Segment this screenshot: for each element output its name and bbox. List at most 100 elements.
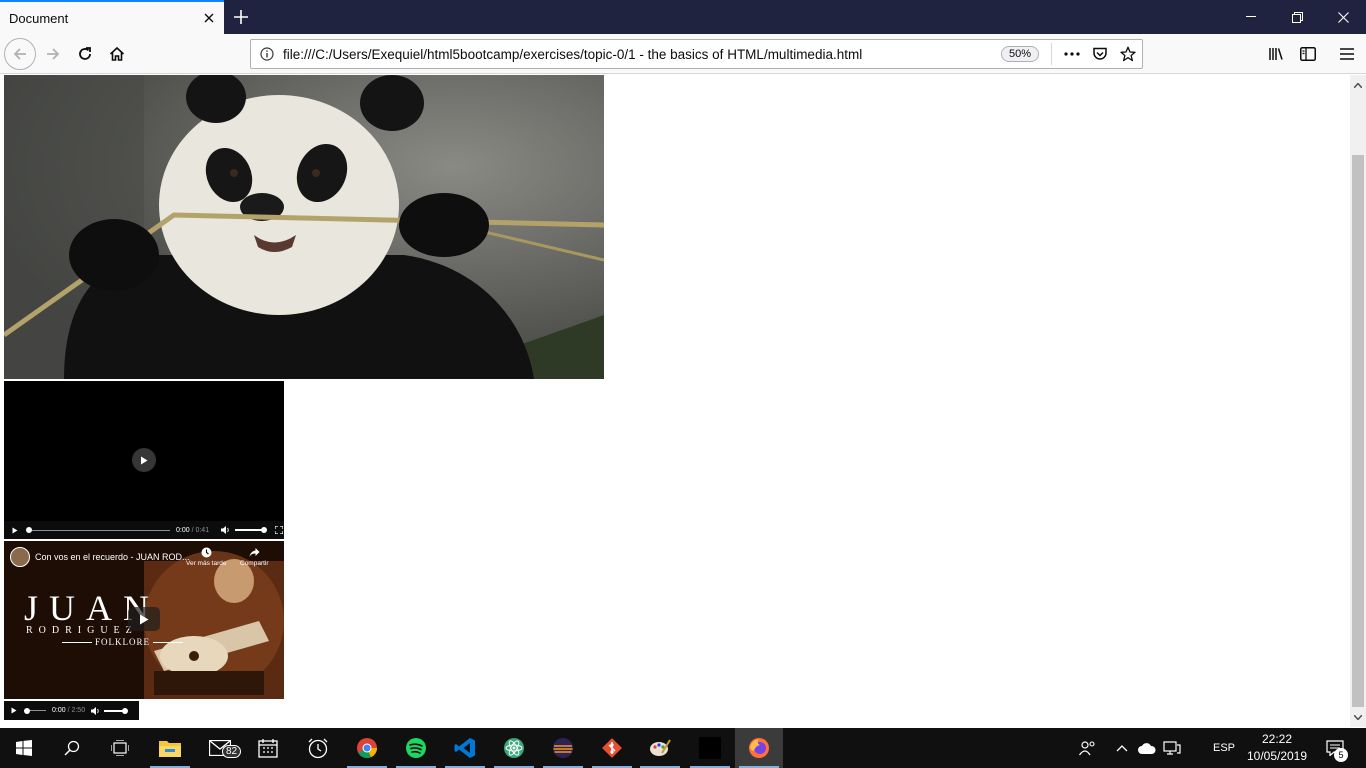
thumbnail-genre-text: FOLKLORE — [62, 637, 183, 647]
youtube-embed[interactable]: Con vos en el recuerdo - JUAN ROD... Ver… — [4, 541, 284, 699]
file-explorer-icon[interactable] — [146, 728, 194, 768]
menu-button[interactable] — [1331, 38, 1363, 70]
fullscreen-icon[interactable] — [275, 526, 284, 534]
clock-date: 10/05/2019 — [1246, 749, 1308, 763]
close-tab-icon[interactable] — [194, 3, 224, 33]
audio-player[interactable]: 0:00 / 2:50 — [4, 701, 139, 720]
action-center-button[interactable]: 5 — [1320, 728, 1350, 768]
back-button[interactable] — [4, 38, 36, 70]
back-arrow-icon — [13, 48, 26, 60]
search-button[interactable] — [48, 728, 96, 768]
windows-taskbar: 82 ESP 22:22 10/05/2019 5 — [0, 728, 1366, 768]
reload-button[interactable] — [69, 38, 101, 70]
close-window-icon[interactable] — [1320, 0, 1366, 34]
url-separator — [1051, 43, 1052, 65]
reload-icon — [79, 47, 91, 60]
video-current-time: 0:00 — [176, 526, 190, 534]
people-icon[interactable] — [1074, 728, 1100, 768]
onedrive-icon[interactable] — [1136, 728, 1158, 768]
atom-icon[interactable] — [490, 728, 538, 768]
library-icon — [1269, 48, 1283, 60]
video-duration: 0:41 — [195, 526, 210, 534]
notification-count-badge: 5 — [1334, 748, 1348, 762]
network-icon[interactable] — [1160, 728, 1184, 768]
audio-seek-bar[interactable] — [24, 707, 46, 715]
mail-icon[interactable]: 82 — [196, 728, 244, 768]
vertical-scrollbar[interactable] — [1350, 75, 1366, 727]
tab-title: Document — [9, 10, 69, 26]
video-time: 0:00 / 0:41 — [176, 526, 210, 534]
tab-document[interactable]: Document — [0, 0, 224, 34]
task-view-icon — [111, 740, 129, 756]
audio-volume-icon[interactable] — [91, 706, 100, 715]
git-icon[interactable] — [588, 728, 636, 768]
firefox-icon[interactable] — [735, 728, 783, 768]
share-label: Compartir — [240, 560, 269, 567]
paint-icon[interactable] — [636, 728, 684, 768]
video-seek-bar[interactable] — [26, 526, 170, 534]
chrome-icon[interactable] — [343, 728, 391, 768]
hamburger-menu-icon — [1340, 48, 1354, 60]
sidebar-icon — [1300, 47, 1316, 61]
zoom-level-badge[interactable]: 50% — [1000, 46, 1039, 62]
audio-time: 0:00 / 2:50 — [52, 707, 86, 714]
calendar-icon[interactable] — [244, 728, 292, 768]
home-button[interactable] — [101, 38, 133, 70]
pocket-icon[interactable] — [1086, 40, 1114, 68]
channel-avatar[interactable] — [10, 547, 30, 567]
thumbnail-subtitle-text: RODRIGUEZ — [26, 625, 138, 636]
scrollbar-thumb[interactable] — [1352, 155, 1364, 707]
video-big-play-icon[interactable] — [132, 448, 156, 472]
minimize-icon[interactable] — [1228, 0, 1274, 34]
home-icon — [109, 46, 125, 61]
eclipse-icon[interactable] — [539, 728, 587, 768]
forward-arrow-icon — [47, 48, 60, 60]
audio-duration: 2:50 — [71, 707, 86, 714]
task-view-button[interactable] — [96, 728, 144, 768]
youtube-title[interactable]: Con vos en el recuerdo - JUAN ROD... — [35, 552, 190, 562]
input-language[interactable]: ESP — [1206, 728, 1242, 768]
watch-later-label: Ver más tarde — [186, 560, 227, 567]
video-player[interactable]: 0:00 / 0:41 — [4, 381, 284, 539]
scroll-up-icon[interactable] — [1350, 77, 1366, 93]
audio-volume-slider[interactable] — [104, 707, 129, 715]
sidebar-button[interactable] — [1292, 38, 1324, 70]
site-info-icon[interactable] — [251, 40, 283, 68]
video-volume-icon[interactable] — [221, 526, 230, 534]
watch-later-button[interactable]: Ver más tarde — [186, 547, 226, 567]
forward-button[interactable] — [37, 38, 69, 70]
share-button[interactable]: Compartir — [240, 547, 269, 567]
video-play-icon[interactable] — [4, 527, 26, 534]
page-actions-icon[interactable] — [1058, 40, 1086, 68]
video-controls: 0:00 / 0:41 — [4, 521, 284, 539]
address-bar[interactable]: file:///C:/Users/Exequiel/html5bootcamp/… — [250, 39, 1143, 69]
navigation-toolbar: file:///C:/Users/Exequiel/html5bootcamp/… — [0, 34, 1366, 74]
terminal-icon[interactable] — [686, 728, 734, 768]
scroll-down-icon[interactable] — [1350, 709, 1366, 725]
share-icon — [249, 548, 260, 557]
thumbnail-genre-label: FOLKLORE — [95, 637, 150, 647]
library-button[interactable] — [1260, 38, 1292, 70]
panda-image — [4, 75, 604, 379]
audio-current-time: 0:00 — [52, 707, 66, 714]
tab-strip: Document — [0, 0, 1366, 34]
page-content: 0:00 / 0:41 Con vos en el recuerdo - JUA… — [0, 75, 1350, 727]
clock-time: 22:22 — [1261, 732, 1293, 746]
windows-logo-icon — [16, 740, 32, 756]
start-button[interactable] — [0, 728, 48, 768]
audio-play-icon[interactable] — [4, 707, 24, 714]
url-text[interactable]: file:///C:/Users/Exequiel/html5bootcamp/… — [283, 47, 1001, 62]
show-hidden-icons-chevron-icon[interactable] — [1112, 728, 1132, 768]
youtube-play-icon[interactable] — [128, 607, 160, 631]
spotify-icon[interactable] — [392, 728, 440, 768]
search-icon — [64, 740, 80, 756]
video-volume-slider[interactable] — [235, 526, 268, 534]
restore-icon[interactable] — [1274, 0, 1320, 34]
system-clock[interactable]: 22:22 10/05/2019 — [1240, 731, 1314, 765]
mail-unread-badge: 82 — [222, 745, 242, 758]
new-tab-icon[interactable] — [226, 0, 256, 34]
vscode-icon[interactable] — [441, 728, 489, 768]
alarm-clock-icon[interactable] — [294, 728, 342, 768]
clock-icon — [201, 547, 212, 558]
bookmark-star-icon[interactable] — [1114, 40, 1142, 68]
